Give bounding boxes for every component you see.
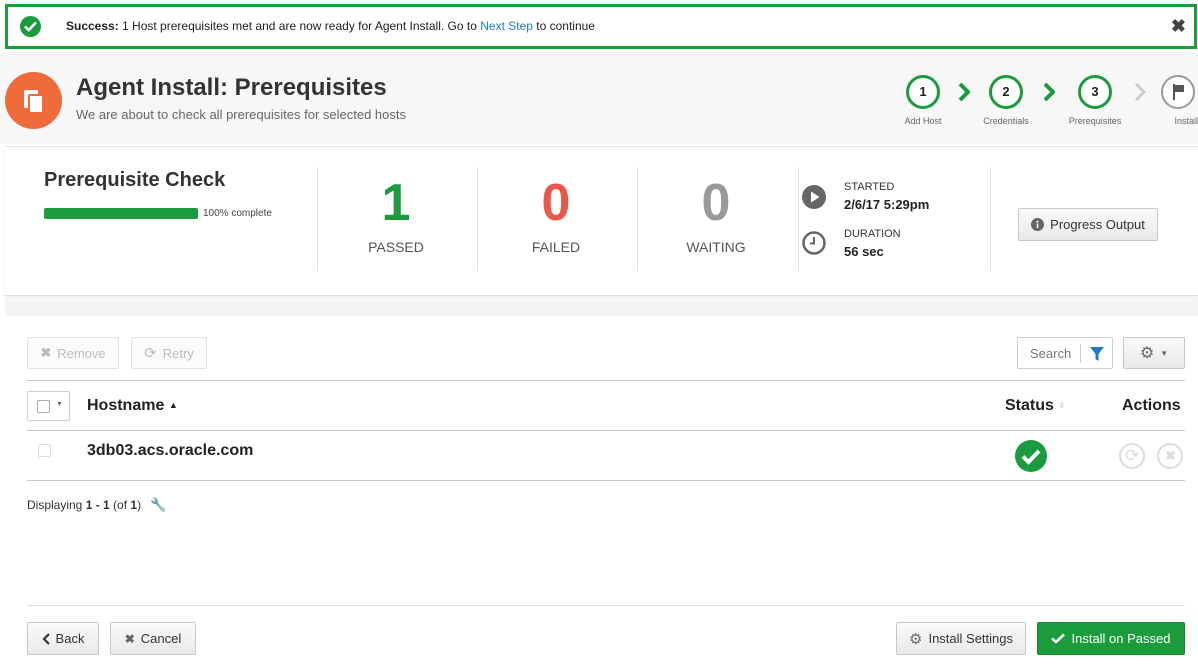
install-on-passed-button[interactable]: Install on Passed	[1037, 622, 1185, 655]
x-icon: ✖	[124, 631, 135, 646]
close-icon[interactable]: ✖	[1171, 16, 1186, 37]
actions-column-header: Actions	[1122, 397, 1181, 414]
install-settings-label: Install Settings	[928, 631, 1013, 646]
retry-button[interactable]: ⟳ Retry	[131, 337, 207, 369]
progress-label: 100% complete	[203, 208, 272, 219]
hostname-column-header[interactable]: Hostname ▲	[87, 397, 178, 415]
success-check-icon	[20, 16, 41, 37]
waiting-stat: 0 WAITING	[637, 175, 795, 255]
step-credentials[interactable]: 2 Credentials	[976, 75, 1036, 126]
hostname-header-label: Hostname	[87, 397, 165, 414]
waiting-count: 0	[701, 174, 731, 232]
step-number: 2	[989, 75, 1023, 109]
install-on-passed-label: Install on Passed	[1071, 631, 1171, 646]
duration-label: DURATION	[844, 228, 901, 240]
started-value: 2/6/17 5:29pm	[844, 197, 930, 212]
play-icon	[802, 185, 826, 209]
chevron-down-icon: ▼	[56, 401, 63, 408]
settings-menu-button[interactable]: ⚙ ▼	[1123, 337, 1185, 369]
agent-install-icon	[5, 72, 62, 129]
clock-icon	[802, 231, 826, 255]
passed-stat: 1 PASSED	[317, 175, 475, 255]
prerequisite-summary: Prerequisite Check 100% complete 1 PASSE…	[5, 146, 1198, 296]
search-input[interactable]: Search	[1017, 337, 1113, 369]
progress-bar	[44, 208, 198, 219]
hostname-cell: 3db03.acs.oracle.com	[87, 442, 254, 459]
passed-count: 1	[381, 174, 411, 232]
step-prerequisites[interactable]: 3 Prerequisites	[1062, 75, 1128, 126]
success-banner: Success: 1 Host prerequisites met and ar…	[5, 4, 1197, 49]
failed-label: FAILED	[531, 239, 581, 255]
page-subtitle: We are about to check all prerequisites …	[76, 107, 406, 122]
filter-icon[interactable]	[1089, 346, 1105, 362]
step-add-host[interactable]: 1 Add Host	[893, 75, 953, 126]
duration-value: 56 sec	[844, 244, 884, 259]
step-label: Credentials	[983, 116, 1029, 126]
gear-icon: ⚙	[909, 630, 923, 648]
check-icon	[1051, 633, 1066, 644]
retry-icon: ⟳	[144, 345, 157, 362]
search-placeholder: Search	[1030, 346, 1072, 361]
cancel-button[interactable]: ✖ Cancel	[110, 622, 196, 655]
retry-label: Retry	[162, 345, 194, 361]
wrench-icon[interactable]: 🔧	[150, 497, 166, 512]
waiting-label: WAITING	[686, 239, 746, 255]
section-divider	[5, 298, 1198, 316]
page-title: Agent Install: Prerequisites	[76, 74, 387, 101]
page-header: Agent Install: Prerequisites We are abou…	[0, 52, 1198, 144]
gear-icon: ⚙	[1139, 345, 1155, 362]
next-step-link[interactable]: Next Step	[480, 19, 533, 33]
chevron-right-icon	[1134, 82, 1146, 102]
summary-title: Prerequisite Check	[44, 169, 226, 191]
passed-label: PASSED	[368, 239, 424, 255]
step-number: 1	[906, 75, 940, 109]
progress-output-label: Progress Output	[1050, 217, 1145, 232]
remove-label: Remove	[57, 345, 106, 361]
cancel-label: Cancel	[140, 631, 182, 646]
row-checkbox[interactable]	[38, 444, 51, 457]
step-number: 3	[1078, 75, 1112, 109]
select-all-checkbox[interactable]	[37, 400, 50, 413]
remove-button[interactable]: ✖ Remove	[27, 337, 119, 369]
remove-row-icon[interactable]: ✖	[1157, 443, 1183, 469]
chevron-left-icon	[41, 632, 50, 645]
step-label: Prerequisites	[1068, 116, 1122, 126]
back-button[interactable]: Back	[27, 622, 99, 655]
step-label: Install	[1174, 116, 1198, 126]
failed-stat: 0 FAILED	[477, 175, 635, 255]
sort-icon: ⬍	[1058, 401, 1066, 410]
x-icon: ✖	[40, 345, 52, 360]
info-icon	[1031, 218, 1045, 231]
chevron-right-icon	[958, 82, 970, 102]
select-all-dropdown[interactable]: ▼	[27, 391, 70, 421]
step-label: Add Host	[904, 116, 942, 126]
status-column-header[interactable]: Status ⬍	[1005, 397, 1065, 415]
started-label: STARTED	[844, 181, 895, 193]
step-install[interactable]: Install	[1158, 75, 1198, 126]
status-header-label: Status	[1005, 397, 1054, 414]
chevron-down-icon: ▼	[1160, 348, 1169, 358]
install-settings-button[interactable]: ⚙ Install Settings	[896, 622, 1026, 655]
success-message: Success: 1 Host prerequisites met and ar…	[66, 19, 595, 33]
chevron-right-icon	[1043, 82, 1055, 102]
failed-count: 0	[541, 174, 571, 232]
sort-asc-icon: ▲	[168, 400, 178, 410]
pagination-summary: Displaying 1 - 1 (of 1) 🔧	[27, 497, 167, 512]
back-label: Back	[55, 631, 85, 646]
status-success-icon	[1015, 440, 1047, 472]
retry-row-icon[interactable]: ⟳	[1119, 443, 1145, 469]
progress-output-button[interactable]: Progress Output	[1018, 208, 1158, 241]
flag-icon	[1161, 75, 1195, 109]
